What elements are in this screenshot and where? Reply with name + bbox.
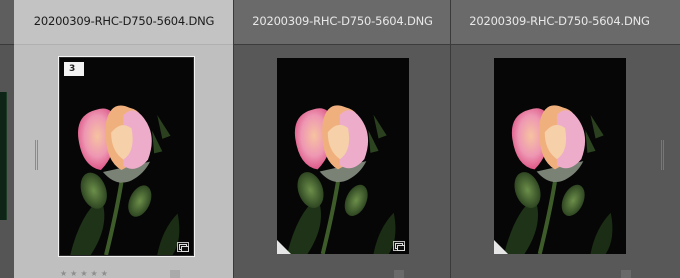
color-label-marker[interactable]	[170, 270, 180, 278]
grip-icon	[661, 140, 664, 170]
corner-flag-icon[interactable]	[494, 240, 508, 254]
grid-cell-2[interactable]: 20200309-RHC-D750-5604.DNG	[234, 0, 451, 278]
grid-cell-3[interactable]: 20200309-RHC-D750-5604.DNG	[451, 0, 680, 278]
grip-icon	[35, 140, 38, 170]
thumbnail-image	[494, 58, 626, 254]
stack-icon[interactable]	[393, 241, 405, 251]
thumbnail-frame[interactable]	[277, 58, 409, 254]
grid-cell-header: 20200309-RHC-D750-5604.DNG	[234, 0, 451, 45]
color-label-marker[interactable]	[394, 270, 404, 278]
filename-label: 20200309-RHC-D750-5604.DNG	[469, 14, 650, 28]
thumbnail-frame[interactable]: 3	[58, 56, 195, 257]
filename-label: 20200309-RHC-D750-5604.DNG	[252, 14, 433, 28]
stack-icon[interactable]	[177, 242, 189, 252]
grid-cell-header	[0, 0, 14, 45]
filename-label: 20200309-RHC-D750-5604.DNG	[33, 14, 215, 28]
thumbnail-image	[277, 58, 409, 254]
grid-cell-1[interactable]: 20200309-RHC-D750-5604.DNG 3 ★★★★★	[14, 0, 234, 278]
thumbnail-image	[60, 58, 193, 255]
grid-cell-header: 20200309-RHC-D750-5604.DNG	[451, 0, 680, 45]
index-badge: 3	[64, 62, 84, 76]
rating-stars[interactable]: ★★★★★	[60, 269, 111, 278]
color-label-marker[interactable]	[621, 270, 631, 278]
grid-cell-partial[interactable]	[0, 0, 14, 278]
library-grid: 20200309-RHC-D750-5604.DNG 3 ★★★★★ 20200…	[0, 0, 680, 278]
thumbnail-partial[interactable]	[0, 92, 7, 220]
corner-flag-icon[interactable]	[277, 240, 291, 254]
grid-cell-header: 20200309-RHC-D750-5604.DNG	[14, 0, 234, 45]
thumbnail-frame[interactable]	[494, 58, 626, 254]
